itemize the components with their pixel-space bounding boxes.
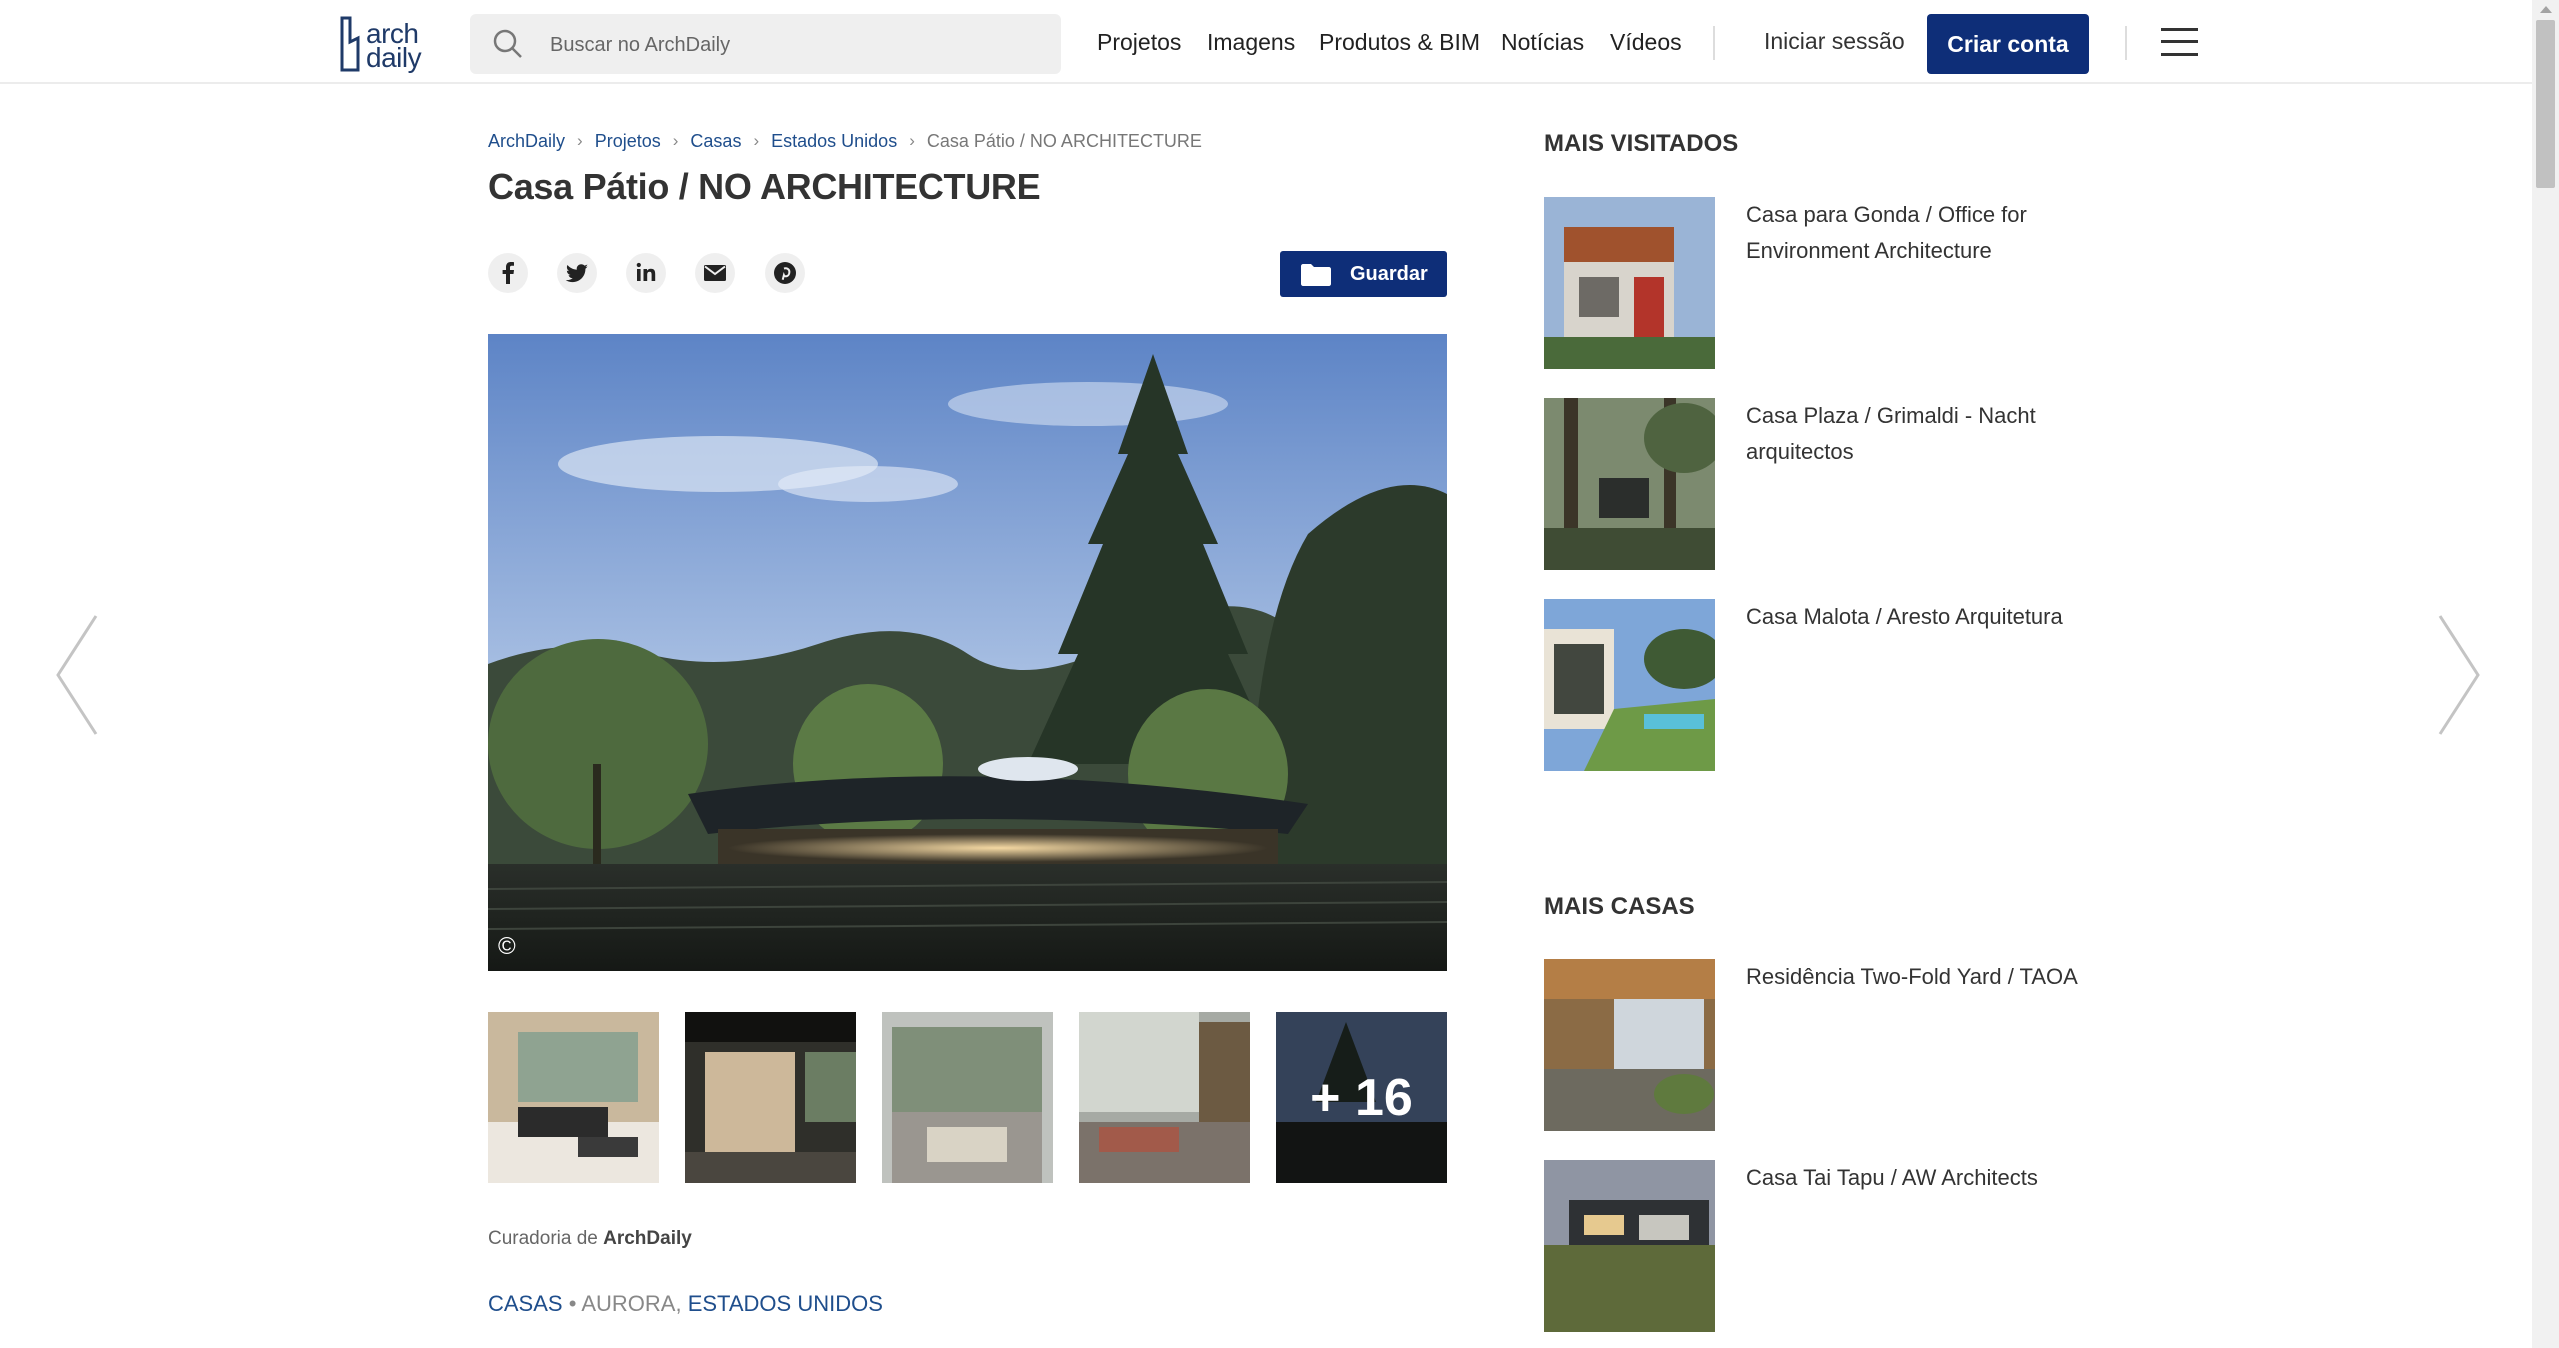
breadcrumb-projetos[interactable]: Projetos	[595, 131, 661, 152]
nav-noticias[interactable]: Notícias	[1501, 0, 1584, 84]
pinterest-icon	[774, 262, 796, 284]
logo-text-bottom: daily	[366, 42, 422, 73]
page-title: Casa Pátio / NO ARCHITECTURE	[488, 166, 1041, 207]
linkedin-icon	[636, 262, 656, 281]
previous-project-arrow-icon[interactable]	[52, 612, 102, 738]
nav-videos-link[interactable]: Vídeos	[1610, 29, 1682, 56]
sidebar-item-title[interactable]: Casa Malota / Aresto Arquitetura	[1746, 599, 2086, 635]
sidebar-item[interactable]: Casa Tai Tapu / AW Architects	[1544, 1160, 2104, 1332]
page-scrollbar[interactable]	[2532, 0, 2559, 1348]
gallery-thumbnail[interactable]	[882, 1012, 1053, 1183]
sidebar-item[interactable]: Residência Two-Fold Yard / TAOA	[1544, 959, 2104, 1131]
breadcrumb-archdaily[interactable]: ArchDaily	[488, 131, 565, 152]
chevron-right-icon: ›	[909, 131, 915, 150]
search-icon	[493, 29, 522, 58]
most-visited-heading: MAIS VISITADOS	[1544, 130, 1739, 157]
save-button-label: Guardar	[1350, 263, 1428, 285]
next-project-arrow-icon[interactable]	[2434, 612, 2484, 738]
chevron-right-icon: ›	[753, 131, 760, 150]
breadcrumb: ArchDaily › Projetos › Casas › Estados U…	[488, 128, 1202, 154]
twitter-icon	[565, 264, 588, 283]
tag-category-link[interactable]: CASAS	[488, 1291, 563, 1316]
email-icon	[704, 265, 726, 281]
nav-projetos-link[interactable]: Projetos	[1097, 29, 1181, 56]
nav-projetos[interactable]: Projetos	[1097, 0, 1181, 84]
tag-separator: •	[568, 1291, 577, 1316]
gallery-thumbnail[interactable]	[1079, 1012, 1250, 1183]
scroll-up-arrow-icon[interactable]	[2540, 6, 2552, 13]
breadcrumb-casas[interactable]: Casas	[690, 131, 741, 152]
copyright-icon[interactable]: ©	[498, 933, 516, 961]
folder-icon	[1301, 264, 1331, 286]
more-photos-count: + 16	[1310, 1068, 1413, 1127]
article-tags: CASAS • AURORA, ESTADOS UNIDOS	[488, 1291, 883, 1317]
archdaily-logo[interactable]: arch daily	[336, 14, 436, 74]
tag-country-link[interactable]: ESTADOS UNIDOS	[688, 1291, 883, 1316]
facebook-icon	[502, 262, 514, 284]
nav-produtos-bim[interactable]: Produtos & BIM	[1319, 0, 1480, 84]
nav-noticias-link[interactable]: Notícias	[1501, 29, 1584, 56]
share-twitter-button[interactable]	[557, 253, 597, 293]
more-houses-heading: MAIS CASAS	[1544, 893, 1695, 920]
gallery-thumbnail[interactable]	[685, 1012, 856, 1183]
sidebar-item[interactable]: Casa para Gonda / Office for Environment…	[1544, 197, 2104, 369]
breadcrumb-estados-unidos[interactable]: Estados Unidos	[771, 131, 897, 152]
share-facebook-button[interactable]	[488, 253, 528, 293]
share-pinterest-button[interactable]	[765, 253, 805, 293]
login-link[interactable]: Iniciar sessão	[1764, 28, 1905, 55]
nav-divider	[1713, 26, 1715, 60]
sidebar-thumbnail[interactable]	[1544, 1160, 1715, 1332]
nav-imagens[interactable]: Imagens	[1207, 0, 1295, 84]
nav-divider	[2125, 26, 2127, 60]
hero-photo[interactable]: ©	[488, 334, 1447, 971]
sidebar-item[interactable]: Casa Plaza / Grimaldi - Nacht arquitecto…	[1544, 398, 2104, 570]
share-linkedin-button[interactable]	[626, 253, 666, 293]
scroll-thumb[interactable]	[2536, 20, 2555, 188]
chevron-right-icon: ›	[672, 131, 679, 150]
sidebar-item-title[interactable]: Casa Plaza / Grimaldi - Nacht arquitecto…	[1746, 398, 2086, 470]
chevron-right-icon: ›	[577, 131, 583, 150]
save-button[interactable]: Guardar	[1280, 251, 1447, 297]
menu-icon[interactable]	[2161, 28, 2198, 56]
share-email-button[interactable]	[695, 253, 735, 293]
sidebar-item-title[interactable]: Casa Tai Tapu / AW Architects	[1746, 1160, 2086, 1196]
search-input[interactable]	[548, 14, 1042, 76]
nav-imagens-link[interactable]: Imagens	[1207, 29, 1295, 56]
gallery-more-thumbnail[interactable]: + 16	[1276, 1012, 1447, 1183]
gallery-thumbnail[interactable]	[488, 1012, 659, 1183]
top-header: arch daily Projetos Imagens Produtos & B…	[0, 0, 2532, 84]
sidebar-item-title[interactable]: Residência Two-Fold Yard / TAOA	[1746, 959, 2086, 995]
sidebar-thumbnail[interactable]	[1544, 599, 1715, 771]
sidebar-thumbnail[interactable]	[1544, 959, 1715, 1131]
breadcrumb-current: Casa Pátio / NO ARCHITECTURE	[926, 130, 1202, 151]
curator-line: Curadoria de ArchDaily	[488, 1228, 692, 1250]
tag-city: AURORA,	[581, 1291, 682, 1316]
curator-prefix: Curadoria de	[488, 1228, 598, 1249]
sidebar-item-title[interactable]: Casa para Gonda / Office for Environment…	[1746, 197, 2086, 269]
create-account-button[interactable]: Criar conta	[1927, 14, 2089, 74]
curator-name: ArchDaily	[603, 1228, 692, 1249]
sidebar-thumbnail[interactable]	[1544, 398, 1715, 570]
sidebar-item[interactable]: Casa Malota / Aresto Arquitetura	[1544, 599, 2104, 771]
nav-videos[interactable]: Vídeos	[1610, 0, 1682, 84]
sidebar-thumbnail[interactable]	[1544, 197, 1715, 369]
search-bar[interactable]	[470, 14, 1061, 76]
nav-produtos-bim-link[interactable]: Produtos & BIM	[1319, 29, 1480, 56]
